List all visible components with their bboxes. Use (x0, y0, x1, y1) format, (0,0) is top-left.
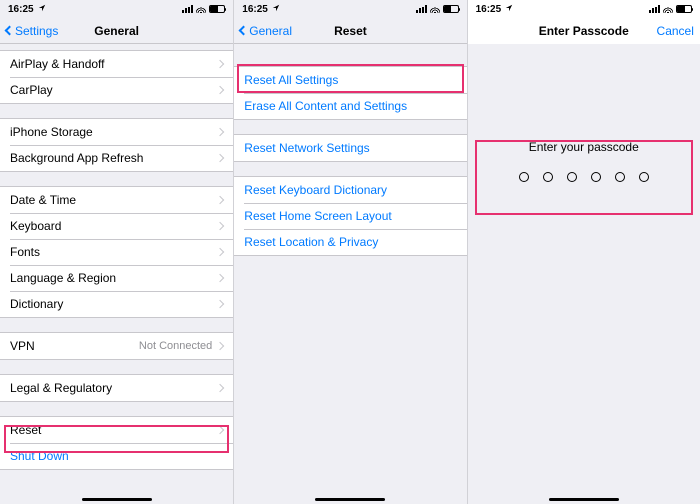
passcode-prompt: Enter your passcode (475, 140, 693, 154)
status-indicators (182, 5, 225, 13)
cell-legal-regulatory[interactable]: Legal & Regulatory (0, 375, 233, 401)
nav-bar: Settings General (0, 18, 233, 44)
cell-background-app-refresh[interactable]: Background App Refresh (0, 145, 233, 171)
screen-general-settings: 16:25 Settings General AirPlay & Handoff… (0, 0, 233, 504)
passcode-dot (543, 172, 553, 182)
chevron-right-icon (216, 60, 224, 68)
chevron-right-icon (216, 342, 224, 350)
group-reset: Reset Shut Down (0, 416, 233, 470)
chevron-left-icon (239, 26, 249, 36)
passcode-dot (591, 172, 601, 182)
cell-date-time[interactable]: Date & Time (0, 187, 233, 213)
cell-fonts[interactable]: Fonts (0, 239, 233, 265)
wifi-icon (196, 5, 206, 13)
cell-vpn[interactable]: VPN Not Connected (0, 333, 233, 359)
home-indicator[interactable] (82, 498, 152, 502)
status-indicators (649, 5, 692, 13)
cell-airplay-handoff[interactable]: AirPlay & Handoff (0, 51, 233, 77)
cell-language-region[interactable]: Language & Region (0, 265, 233, 291)
chevron-right-icon (216, 196, 224, 204)
battery-icon (676, 5, 692, 13)
group-airplay: AirPlay & Handoff CarPlay (0, 50, 233, 104)
status-bar: 16:25 (468, 0, 700, 18)
passcode-dot (567, 172, 577, 182)
location-icon (272, 4, 280, 14)
passcode-dot (615, 172, 625, 182)
screen-enter-passcode: 16:25 Enter Passcode Cancel Enter your p… (467, 0, 700, 504)
cell-reset-location-privacy[interactable]: Reset Location & Privacy (234, 229, 466, 255)
passcode-area: Enter your passcode (475, 140, 693, 182)
wifi-icon (430, 5, 440, 13)
location-icon (505, 4, 513, 14)
group-legal: Legal & Regulatory (0, 374, 233, 402)
status-bar: 16:25 (0, 0, 233, 18)
passcode-dot (639, 172, 649, 182)
group-reset-other: Reset Keyboard Dictionary Reset Home Scr… (234, 176, 466, 256)
cell-dictionary[interactable]: Dictionary (0, 291, 233, 317)
status-bar: 16:25 (234, 0, 466, 18)
cell-iphone-storage[interactable]: iPhone Storage (0, 119, 233, 145)
passcode-dots[interactable] (475, 172, 693, 182)
cancel-button[interactable]: Cancel (657, 24, 694, 38)
group-reset-all: Reset All Settings Erase All Content and… (234, 66, 466, 120)
status-time: 16:25 (8, 4, 34, 15)
group-time-keyboard: Date & Time Keyboard Fonts Language & Re… (0, 186, 233, 318)
back-label: Settings (15, 24, 58, 38)
nav-bar: Enter Passcode Cancel (468, 18, 700, 44)
chevron-right-icon (216, 222, 224, 230)
cell-erase-all[interactable]: Erase All Content and Settings (234, 93, 466, 119)
status-time: 16:25 (476, 4, 502, 15)
status-indicators (416, 5, 459, 13)
battery-icon (443, 5, 459, 13)
cell-reset-keyboard-dict[interactable]: Reset Keyboard Dictionary (234, 177, 466, 203)
vpn-status: Not Connected (139, 340, 212, 352)
cell-shut-down[interactable]: Shut Down (0, 443, 233, 469)
chevron-right-icon (216, 86, 224, 94)
chevron-right-icon (216, 248, 224, 256)
cell-keyboard[interactable]: Keyboard (0, 213, 233, 239)
cell-carplay[interactable]: CarPlay (0, 77, 233, 103)
group-vpn: VPN Not Connected (0, 332, 233, 360)
cellular-icon (182, 5, 193, 13)
chevron-right-icon (216, 274, 224, 282)
wifi-icon (663, 5, 673, 13)
location-icon (38, 4, 46, 14)
home-indicator[interactable] (549, 498, 619, 502)
cell-reset-all-settings[interactable]: Reset All Settings (234, 67, 466, 93)
chevron-right-icon (216, 128, 224, 136)
nav-bar: General Reset (234, 18, 466, 44)
chevron-right-icon (216, 300, 224, 308)
chevron-right-icon (216, 384, 224, 392)
cell-reset[interactable]: Reset (0, 417, 233, 443)
cellular-icon (416, 5, 427, 13)
home-indicator[interactable] (315, 498, 385, 502)
cell-reset-home-screen[interactable]: Reset Home Screen Layout (234, 203, 466, 229)
group-storage: iPhone Storage Background App Refresh (0, 118, 233, 172)
screen-reset: 16:25 General Reset Reset All Settings E… (233, 0, 466, 504)
back-button[interactable]: General (240, 24, 292, 38)
chevron-left-icon (5, 26, 15, 36)
battery-icon (209, 5, 225, 13)
back-button[interactable]: Settings (6, 24, 58, 38)
cellular-icon (649, 5, 660, 13)
passcode-dot (519, 172, 529, 182)
cell-reset-network[interactable]: Reset Network Settings (234, 135, 466, 161)
chevron-right-icon (216, 154, 224, 162)
status-time: 16:25 (242, 4, 268, 15)
group-reset-network: Reset Network Settings (234, 134, 466, 162)
chevron-right-icon (216, 426, 224, 434)
back-label: General (249, 24, 292, 38)
